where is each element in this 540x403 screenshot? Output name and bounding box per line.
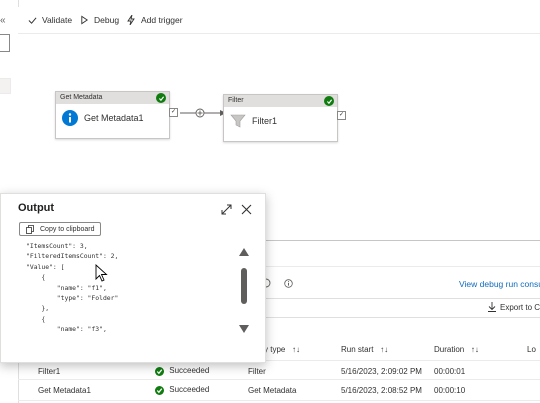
activity-name: Get Metadata1 (84, 113, 144, 123)
mouse-cursor-icon (95, 264, 108, 282)
left-panel-input[interactable] (0, 34, 10, 52)
code-line: "type": "Folder" (26, 335, 236, 337)
success-check-icon (155, 385, 164, 395)
info-icon (62, 110, 78, 126)
status-cell: Succeeded (155, 366, 209, 376)
code-line: }, (26, 304, 50, 313)
code-line: "FilteredItemsCount": 2, (26, 252, 119, 261)
activity-type-label: Get Metadata (56, 92, 169, 104)
output-dialog: Output Copy to clipboard "ItemsCount": 3… (0, 193, 266, 363)
close-icon[interactable] (241, 204, 252, 215)
filter-icon (230, 114, 246, 128)
info-outline-icon[interactable] (284, 279, 293, 288)
copy-icon (26, 224, 34, 234)
activity-name-cell: Filter1 (38, 366, 61, 376)
success-output-port[interactable]: ✓ (337, 111, 346, 120)
table-row[interactable]: Filter1 Succeeded Filter 5/16/2023, 2:09… (18, 360, 540, 381)
panel-divider (264, 240, 540, 241)
code-line: { (26, 273, 46, 282)
code-line: "ItemsCount": 3, (26, 242, 88, 250)
debug-button[interactable]: Debug (80, 13, 119, 27)
column-header-log[interactable]: Lo (527, 345, 536, 354)
checkmark-icon (28, 16, 37, 24)
success-check-icon (155, 366, 164, 376)
activity-connector[interactable] (180, 108, 228, 120)
success-output-port[interactable]: ✓ (169, 108, 178, 117)
duration-cell: 00:00:01 (434, 366, 466, 376)
copy-label: Copy to clipboard (40, 225, 95, 233)
column-header-activity-type[interactable]: ity type ↑↓ (260, 345, 300, 354)
view-debug-consumption-link[interactable]: View debug run consum (459, 279, 540, 289)
code-line: { (26, 314, 46, 323)
table-row[interactable]: Get Metadata1 Succeeded Get Metadata 5/1… (18, 379, 540, 401)
add-trigger-label: Add trigger (141, 15, 183, 25)
collapse-panel-icon[interactable]: « (0, 15, 8, 27)
scroll-up-icon[interactable] (239, 248, 249, 256)
column-header-run-start[interactable]: Run start ↑↓ (341, 345, 388, 354)
run-start-cell: 5/16/2023, 2:09:02 PM (341, 366, 422, 376)
activity-name: Filter1 (252, 116, 278, 126)
activity-type-cell: Get Metadata (248, 385, 297, 395)
panel-divider (264, 266, 540, 267)
activity-name-cell: Get Metadata1 (38, 385, 91, 395)
export-to-csv-button[interactable]: Export to C: (488, 302, 540, 312)
column-header-duration[interactable]: Duration ↑↓ (434, 345, 479, 354)
code-line: "Value": [ (26, 262, 65, 271)
validate-label: Validate (42, 15, 73, 25)
activity-type-cell: Filter (248, 366, 266, 376)
copy-to-clipboard-button[interactable]: Copy to clipboard (19, 222, 101, 236)
code-line: "name": "f1", (26, 283, 107, 292)
left-panel-item[interactable] (0, 78, 11, 94)
activity-filter[interactable]: Filter Filter1 ✓ (223, 94, 346, 142)
expand-icon[interactable] (221, 204, 232, 215)
run-start-cell: 5/16/2023, 2:08:52 PM (341, 385, 422, 395)
success-check-icon (156, 93, 166, 103)
add-trigger-button[interactable]: Add trigger (126, 13, 183, 27)
play-icon (81, 15, 89, 25)
output-title: Output (18, 202, 55, 214)
status-cell: Succeeded (155, 385, 209, 395)
code-line: "type": "Folder" (26, 294, 119, 303)
trigger-icon (127, 15, 135, 25)
scroll-down-icon[interactable] (239, 325, 249, 333)
output-json[interactable]: "ItemsCount": 3, "FilteredItemsCount": 2,… (26, 241, 236, 337)
activity-type-label: Filter (224, 95, 337, 107)
activity-get-metadata[interactable]: Get Metadata Get Metadata1 ✓ (55, 91, 178, 139)
scrollbar-thumb[interactable] (241, 268, 247, 304)
debug-label: Debug (94, 15, 120, 25)
success-check-icon (324, 96, 334, 106)
pipeline-toolbar: Validate Debug Add trigger (18, 7, 540, 34)
export-label: Export to C: (500, 302, 540, 312)
duration-cell: 00:00:10 (434, 385, 466, 395)
validate-button[interactable]: Validate (28, 13, 72, 27)
download-icon (488, 302, 496, 312)
code-line: "name": "f3", (26, 325, 107, 334)
